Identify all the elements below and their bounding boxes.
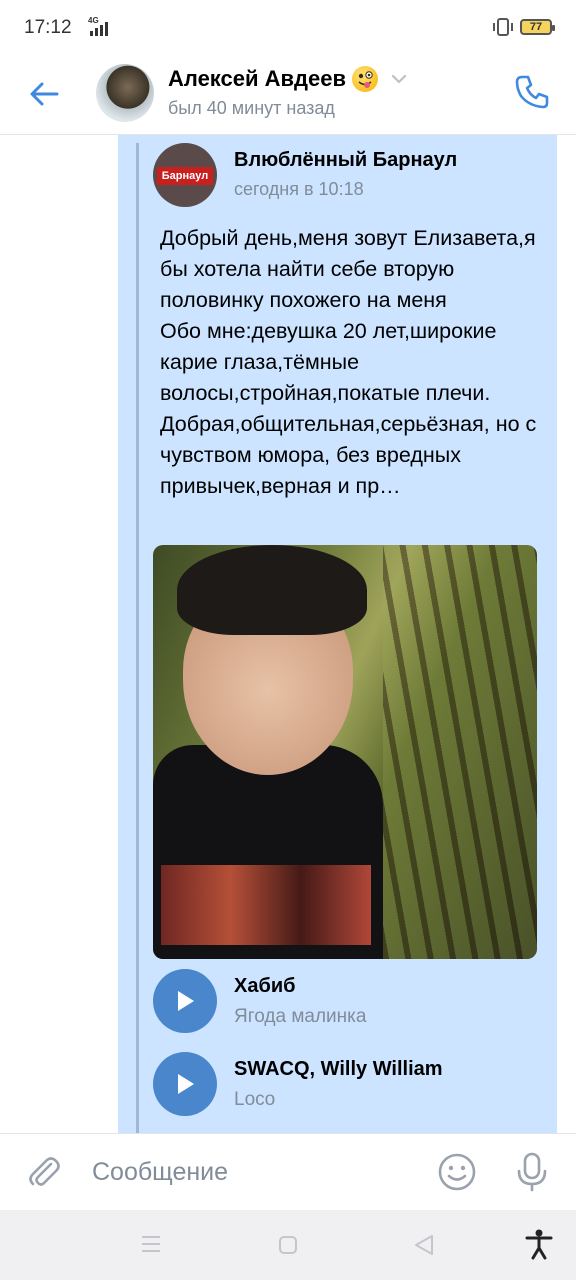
battery-icon: 77	[520, 19, 555, 35]
chat-header: Алексей Авдеев был 40 минут назад	[0, 56, 576, 135]
chat-area[interactable]: Барнаул Влюблённый Барнаул сегодня в 10:…	[0, 135, 576, 1133]
track-artist: Loco	[234, 1089, 276, 1110]
zany-face-emoji-icon	[352, 66, 379, 92]
audio-track[interactable]: SWACQ, Willy William Loco	[153, 1052, 543, 1118]
vibrate-icon	[493, 18, 513, 36]
home-icon[interactable]	[278, 1235, 298, 1255]
play-icon	[178, 1074, 194, 1094]
network-type: 4G	[88, 16, 99, 25]
smile-icon[interactable]	[436, 1151, 478, 1193]
group-avatar[interactable]: Барнаул	[153, 143, 217, 207]
phone-icon	[515, 75, 549, 109]
arrow-left-icon	[30, 82, 59, 106]
contact-name: Алексей Авдеев	[168, 66, 347, 91]
status-time: 17:12	[24, 17, 72, 38]
contact-avatar[interactable]	[96, 64, 154, 122]
menu-icon[interactable]	[140, 1234, 162, 1254]
last-seen-status: был 40 минут назад	[168, 98, 335, 118]
track-title: Хабиб	[234, 975, 296, 997]
signal-icon: 4G	[86, 16, 114, 38]
microphone-icon[interactable]	[512, 1151, 552, 1193]
audio-track[interactable]: Хабиб Ягода малинка	[153, 969, 543, 1035]
chevron-down-icon	[391, 74, 407, 84]
status-bar: 17:12 4G 77	[0, 0, 576, 56]
system-nav-bar	[0, 1210, 576, 1280]
track-artist: Ягода малинка	[234, 1006, 367, 1027]
call-button[interactable]	[510, 70, 554, 114]
message-composer	[0, 1133, 576, 1210]
contact-title[interactable]: Алексей Авдеев	[168, 66, 408, 92]
play-button[interactable]	[153, 1052, 217, 1116]
play-icon	[178, 991, 194, 1011]
back-triangle-icon[interactable]	[412, 1233, 436, 1257]
post-time: сегодня в 10:18	[234, 179, 364, 199]
paperclip-icon[interactable]	[24, 1152, 64, 1192]
forwarded-line	[136, 143, 139, 1133]
post-photo[interactable]	[153, 545, 537, 959]
group-logo-text: Барнаул	[157, 167, 213, 185]
post-text: Добрый день,меня зовут Елизавета,я бы хо…	[160, 226, 537, 498]
accessibility-icon[interactable]	[524, 1228, 554, 1260]
battery-level: 77	[529, 21, 543, 33]
play-button[interactable]	[153, 969, 217, 1033]
post-author[interactable]: Влюблённый Барнаул	[234, 149, 457, 172]
track-title: SWACQ, Willy William	[234, 1058, 443, 1080]
back-button[interactable]	[22, 72, 66, 116]
message-input[interactable]	[92, 1152, 392, 1192]
